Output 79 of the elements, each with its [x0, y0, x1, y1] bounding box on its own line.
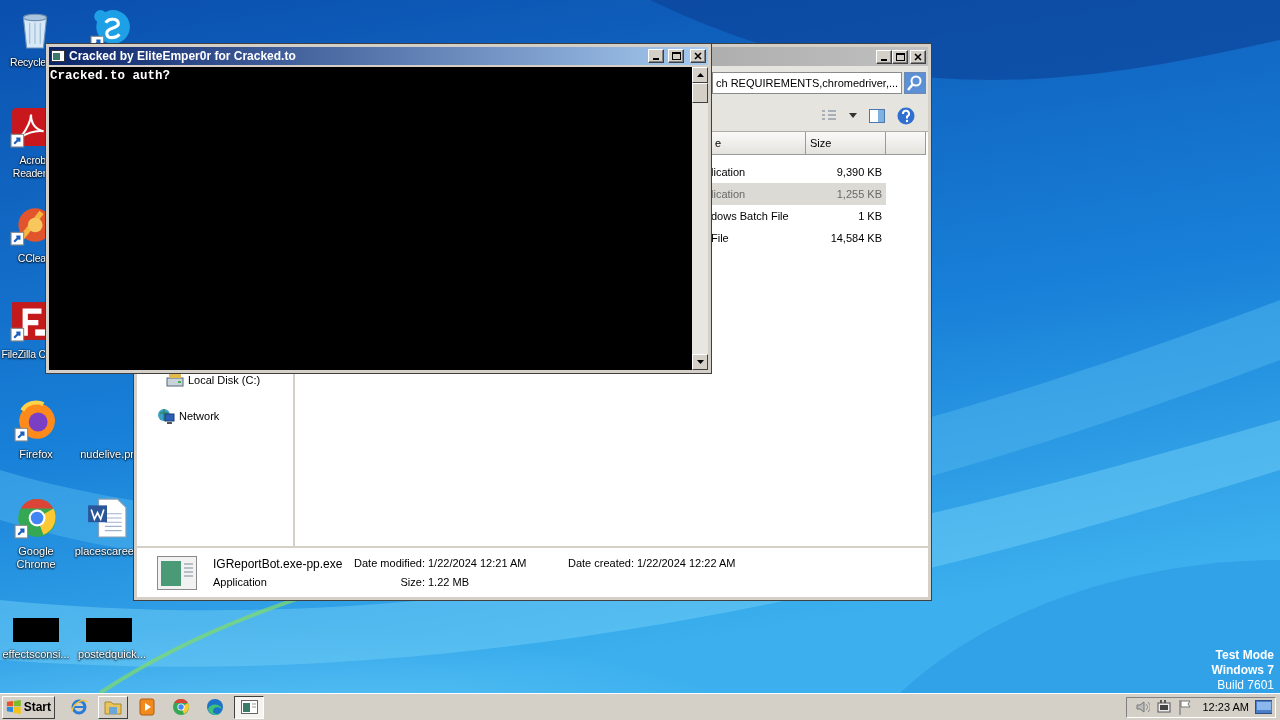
thumbnail-icon: [86, 618, 132, 642]
icon-label: Acrob Reader: [11, 154, 46, 180]
watermark-text: Build 7601: [1216, 678, 1274, 693]
browser-icon: [69, 698, 89, 716]
file-type: Application: [213, 576, 268, 588]
drive-icon: [166, 372, 184, 388]
detail-value: 1/22/2024 12:21 AM: [428, 557, 528, 571]
console-icon: [239, 698, 259, 716]
icon-label: Google Chrome: [15, 545, 57, 571]
column-header[interactable]: Size: [806, 132, 886, 155]
nav-item[interactable]: Local Disk (C:): [188, 374, 261, 386]
minimize-icon: [653, 58, 659, 60]
file-name[interactable]: dows Batch File: [711, 205, 806, 227]
file-size: 1,255 KB: [806, 183, 886, 205]
console-line: Cracked.to auth?: [50, 69, 172, 83]
detail-label: Date created:: [566, 557, 634, 571]
icon-label: Recycle: [9, 56, 46, 69]
chrome-icon: [14, 497, 56, 539]
maximize-icon: [895, 52, 905, 61]
icon-label: postedquick...: [77, 648, 147, 661]
fox-icon: [14, 400, 56, 442]
maximize-button[interactable]: [668, 49, 684, 63]
file-size: 14,584 KB: [829, 231, 883, 246]
flag-icon[interactable]: [1177, 699, 1193, 715]
icon-label: effectsconsi...: [1, 648, 71, 661]
file-name[interactable]: lication: [711, 183, 806, 205]
clock[interactable]: 12:23 AM: [1202, 701, 1249, 713]
scroll-thumb[interactable]: [692, 83, 708, 103]
chrome-icon: [171, 698, 191, 716]
close-button[interactable]: [690, 49, 706, 63]
close-button[interactable]: [910, 49, 926, 64]
detail-label: Date modified:: [353, 557, 425, 571]
file-size: 9,390 KB: [835, 165, 883, 180]
file-size: 1 KB: [857, 209, 883, 224]
watermark-text: Windows 7: [1211, 663, 1274, 678]
icon-label: placescaree: [74, 545, 134, 558]
detail-value: 1/22/2024 12:22 AM: [637, 557, 736, 571]
network-icon[interactable]: [1156, 699, 1172, 715]
show-desktop-icon[interactable]: [1254, 700, 1272, 714]
file-name: IGReportBot.exe-pp.exe: [213, 557, 344, 571]
minimize-button[interactable]: [876, 49, 892, 64]
search-button[interactable]: [904, 72, 926, 94]
folder-icon: [103, 698, 123, 716]
icon-label: CClea: [16, 252, 46, 265]
preview-pane-icon[interactable]: [869, 108, 885, 123]
close-icon: [914, 52, 922, 61]
thumbnail-icon: [13, 618, 59, 642]
nav-item[interactable]: Network: [179, 410, 220, 422]
icon-label: nudelive.pr: [79, 448, 134, 461]
scrollbar[interactable]: [692, 67, 708, 370]
column-header[interactable]: [886, 132, 926, 155]
caret-icon[interactable]: [849, 113, 857, 118]
column-header[interactable]: e: [711, 132, 806, 155]
minimize-icon: [881, 58, 887, 61]
window-title: Cracked by EliteEmper0r for Cracked.to: [69, 49, 297, 63]
network-icon: [157, 408, 175, 424]
detail-label: Size:: [399, 576, 425, 588]
icon-label: FileZilla C: [0, 348, 46, 361]
application-icon: [157, 555, 197, 590]
media-player-icon: [137, 698, 157, 716]
close-icon: [694, 52, 702, 60]
start-button[interactable]: Start: [2, 695, 55, 719]
taskbar-button[interactable]: [234, 695, 264, 719]
help-icon[interactable]: [897, 106, 915, 125]
search-field[interactable]: ch REQUIREMENTS,chromedriver,...: [712, 72, 902, 94]
up-arrow-icon[interactable]: [696, 73, 704, 77]
detail-value: 1.22 MB: [428, 576, 470, 588]
maximize-icon: [671, 52, 681, 60]
windows-flag-icon: [6, 699, 22, 715]
maximize-button[interactable]: [892, 49, 908, 64]
minimize-button[interactable]: [648, 49, 664, 63]
icon-label: Firefox: [18, 448, 54, 461]
console-icon: [51, 50, 65, 62]
down-arrow-icon[interactable]: [696, 360, 704, 364]
edge-icon: [205, 698, 225, 716]
watermark-text: Test Mode: [1214, 648, 1274, 663]
file-name[interactable]: lication: [711, 161, 806, 183]
file-name[interactable]: File: [711, 227, 806, 249]
document-icon: [86, 497, 128, 539]
